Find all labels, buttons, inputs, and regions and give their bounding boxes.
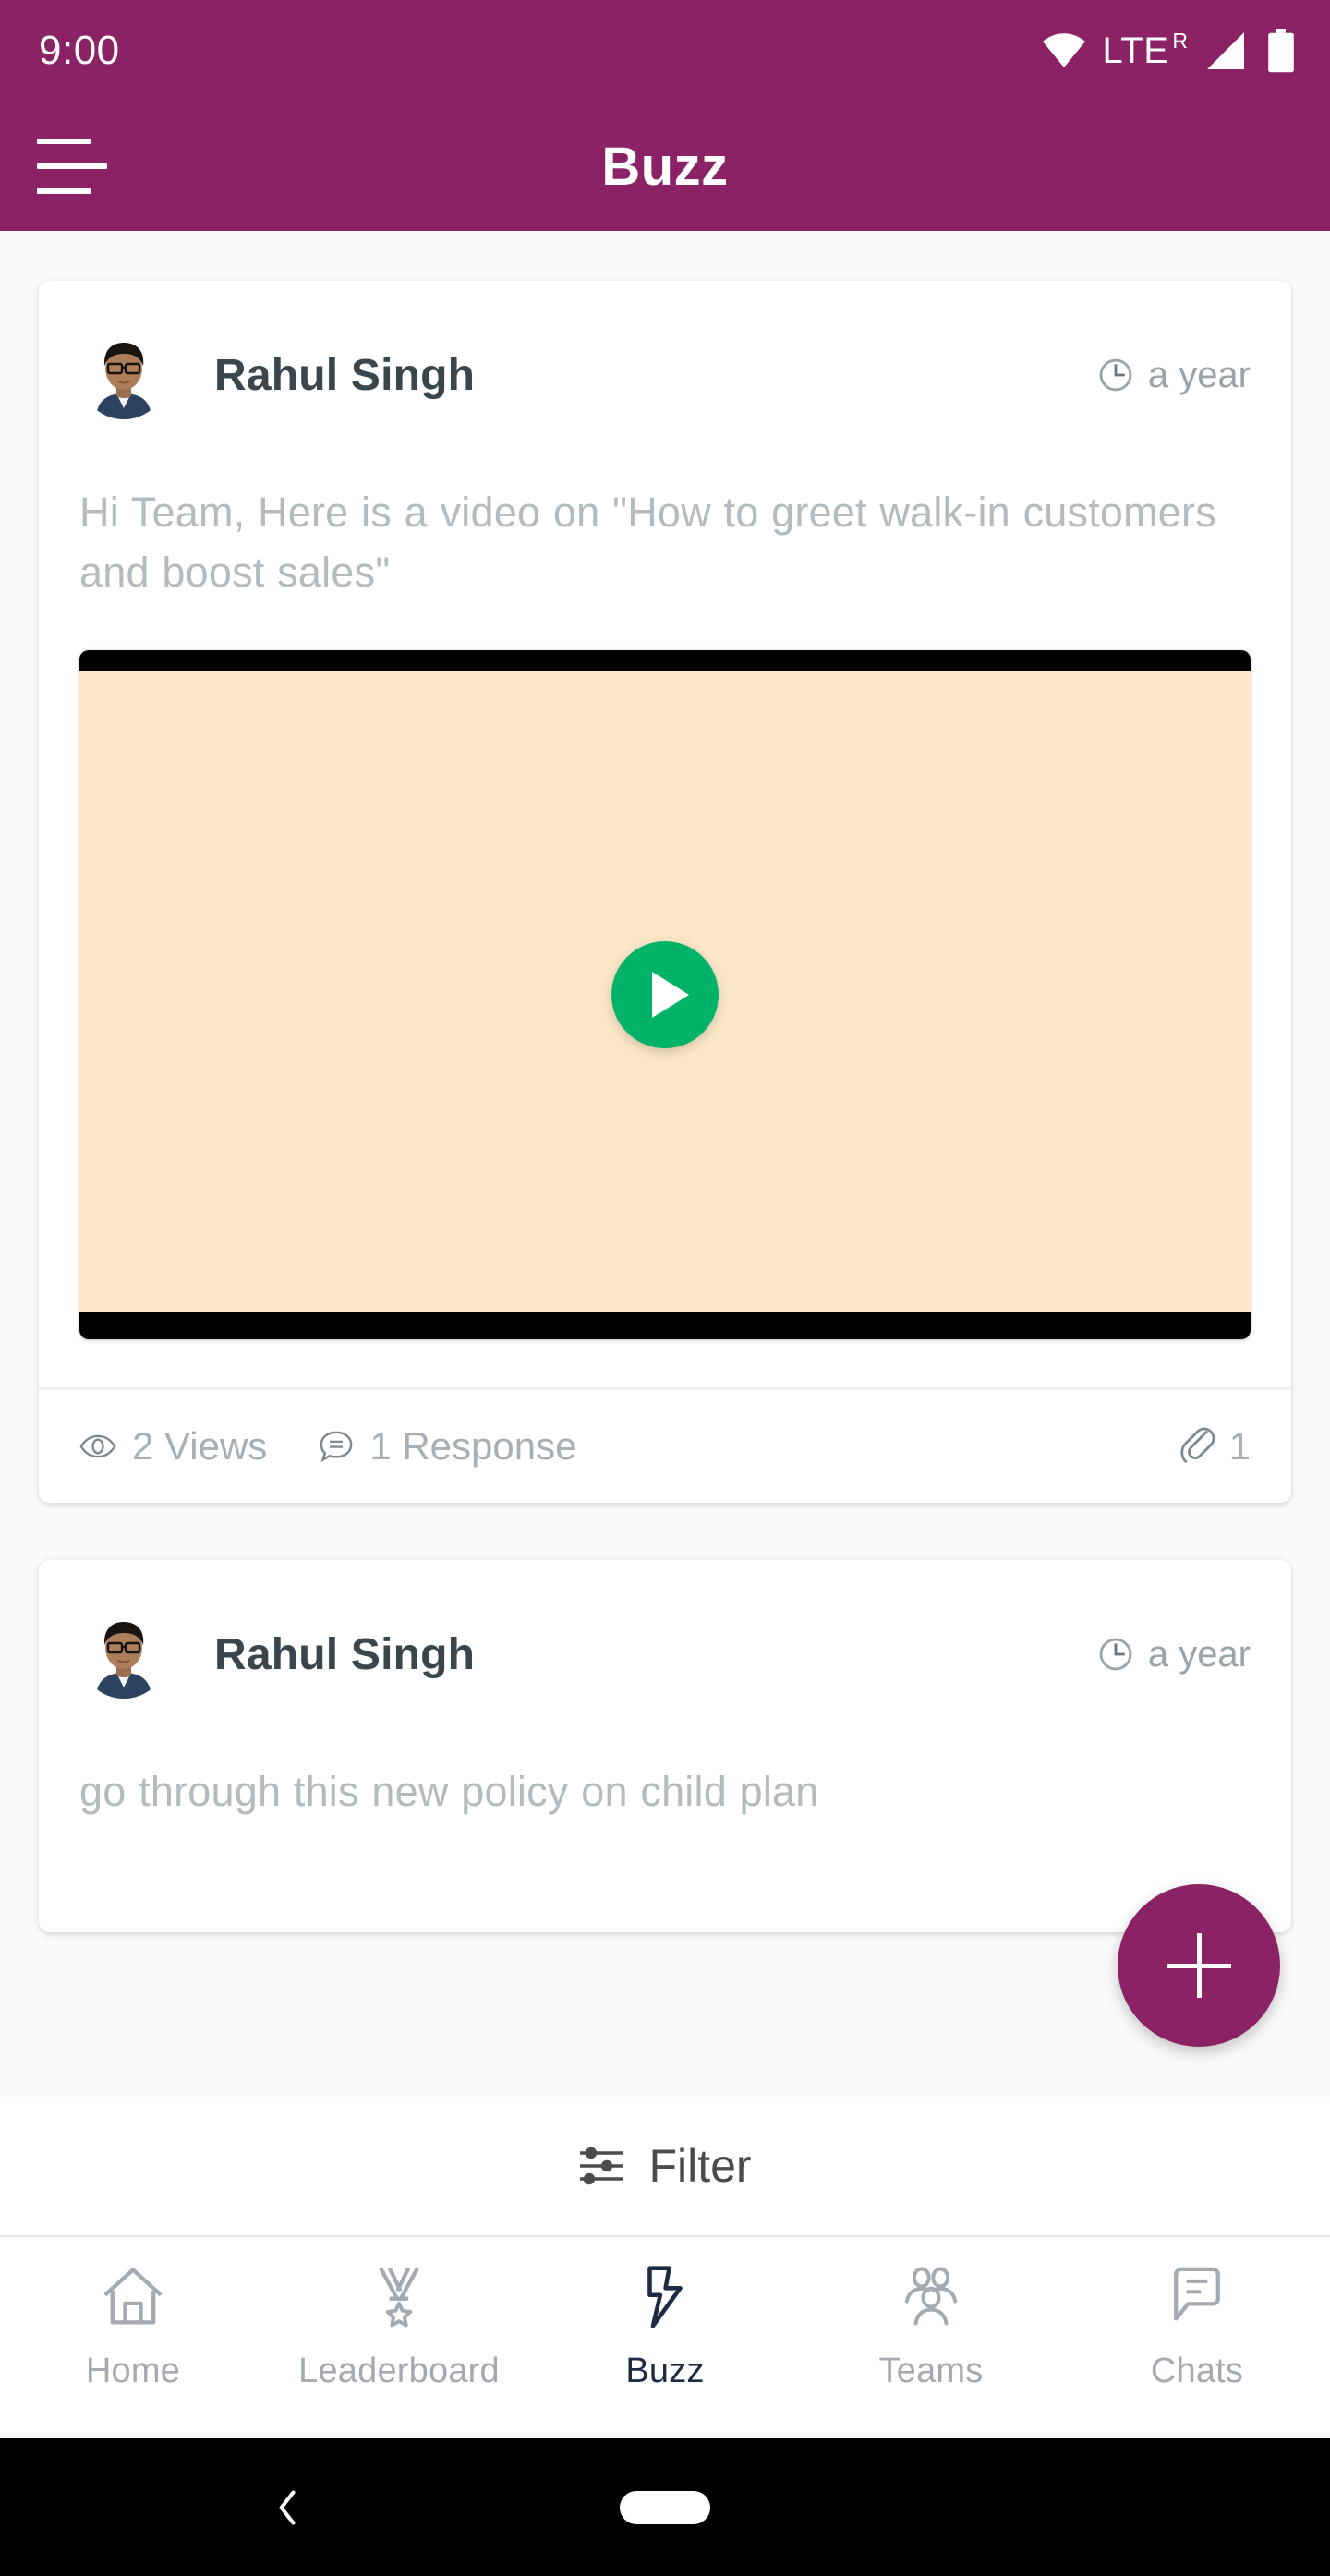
status-time: 9:00 [39, 28, 120, 73]
nav-item-home[interactable]: Home [0, 2263, 266, 2391]
post-body: go through this new policy on child plan [79, 1768, 819, 1815]
nav-label-leaderboard: Leaderboard [298, 2352, 500, 2390]
video-player[interactable] [79, 650, 1251, 1339]
post-timestamp: a year [1098, 1634, 1251, 1675]
home-pill-icon[interactable] [620, 2490, 710, 2524]
post-author: Rahul Singh [214, 350, 476, 400]
avatar[interactable] [79, 331, 168, 419]
battery-icon [1268, 29, 1294, 73]
page-title: Buzz [601, 136, 729, 197]
nav-label-chats: Chats [1150, 2352, 1244, 2390]
app-bar: Buzz [0, 102, 1330, 231]
post-time-text: a year [1147, 354, 1251, 395]
network-type: LTE R [1102, 29, 1188, 71]
back-chevron-icon[interactable] [268, 2487, 308, 2528]
status-bar: 9:00 LTE R [0, 0, 1330, 102]
attachment-stat[interactable]: 1 [1179, 1424, 1251, 1469]
nav-item-leaderboard[interactable]: Leaderboard [266, 2263, 532, 2391]
post-content: Rahul Singh a year Hi Team, Here is a vi… [39, 281, 1291, 1339]
post-time-text: a year [1147, 1633, 1251, 1675]
add-post-button[interactable] [1118, 1884, 1280, 2047]
views-stat[interactable]: 2 Views [79, 1424, 267, 1469]
attachment-count: 1 [1228, 1424, 1251, 1468]
responses-text: 1 Response [369, 1424, 577, 1468]
nav-item-buzz[interactable]: Buzz [532, 2263, 798, 2391]
post-stats: 2 Views 1 Response 1 [39, 1390, 1291, 1503]
nav-item-chats[interactable]: Chats [1064, 2263, 1330, 2391]
lightning-bolt-icon [647, 2266, 683, 2328]
post-timestamp: a year [1098, 355, 1251, 396]
responses-stat[interactable]: 1 Response [319, 1424, 576, 1469]
hamburger-menu-icon[interactable] [37, 131, 111, 201]
bottom-navigation: Home Leaderboard Buzz Teams Chats [0, 2239, 1330, 2438]
filter-sliders-icon [580, 2147, 623, 2185]
lte-label: LTE [1102, 30, 1169, 71]
nav-label-buzz: Buzz [625, 2352, 705, 2390]
home-icon [103, 2268, 163, 2325]
paperclip-icon [1179, 1427, 1215, 1463]
plus-icon [1167, 1933, 1231, 1998]
signal-icon [1207, 32, 1244, 69]
views-text: 2 Views [132, 1424, 268, 1468]
post-header: Rahul Singh a year [79, 323, 1251, 427]
post-body: Hi Team, Here is a video on "How to gree… [79, 489, 1216, 596]
wifi-icon [1043, 33, 1086, 67]
clock-icon [1099, 1638, 1132, 1671]
post-card[interactable]: Rahul Singh a year Hi Team, Here is a vi… [39, 281, 1291, 1503]
filter-label: Filter [648, 2140, 752, 2192]
nav-item-teams[interactable]: Teams [798, 2263, 1064, 2391]
eye-icon [79, 1434, 116, 1458]
play-icon[interactable] [611, 941, 719, 1048]
app-screen: 9:00 LTE R Buzz Rahul Singh a year Hi Te… [0, 0, 1330, 2576]
nav-label-home: Home [85, 2352, 181, 2390]
play-triangle [652, 972, 689, 1018]
avatar[interactable] [79, 1610, 168, 1699]
post-author: Rahul Singh [214, 1629, 476, 1679]
roaming-label: R [1172, 29, 1188, 53]
nav-label-teams: Teams [878, 2352, 984, 2390]
buzz-feed[interactable]: Rahul Singh a year Hi Team, Here is a vi… [0, 231, 1330, 2097]
people-group-icon [904, 2267, 958, 2326]
post-card[interactable]: Rahul Singh a year go through this new p… [39, 1560, 1291, 1932]
chat-bubble-icon [1174, 2267, 1220, 2321]
comment-icon [320, 1431, 353, 1463]
post-content: Rahul Singh a year go through this new p… [39, 1560, 1291, 1932]
system-navigation-bar [0, 2438, 1330, 2576]
post-header: Rahul Singh a year [79, 1602, 1251, 1706]
status-icons: LTE R [1042, 29, 1295, 73]
clock-icon [1099, 358, 1132, 392]
medal-icon [379, 2267, 419, 2328]
filter-button[interactable]: Filter [0, 2097, 1330, 2237]
